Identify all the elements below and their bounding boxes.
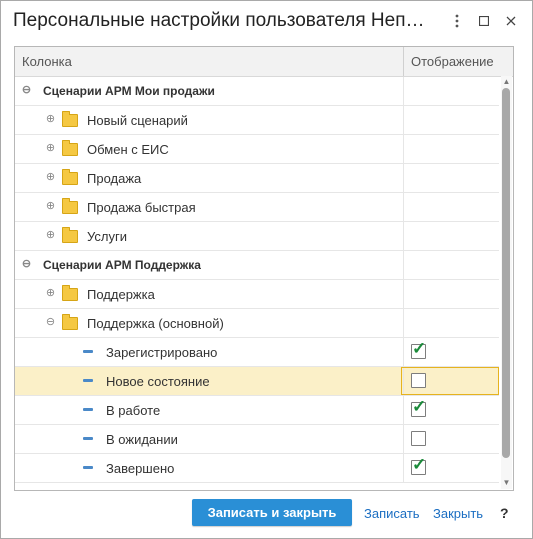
expand-icon[interactable]: ⊕ <box>45 230 56 241</box>
status-row[interactable]: В работе ✓ <box>15 396 499 425</box>
status-row[interactable]: Зарегистрировано ✓ <box>15 338 499 367</box>
column-divider <box>403 164 404 192</box>
folder-row[interactable]: ⊕ Поддержка <box>15 280 499 309</box>
row-label: Сценарии АРМ Поддержка <box>43 258 201 272</box>
row-label: Поддержка (основной) <box>87 316 224 331</box>
row-label: Зарегистрировано <box>106 345 218 360</box>
column-divider <box>403 425 404 453</box>
column-divider <box>403 251 404 279</box>
folder-row[interactable]: ⊕ Новый сценарий <box>15 106 499 135</box>
help-icon[interactable]: ? <box>500 505 509 521</box>
save-link[interactable]: Записать <box>364 506 420 521</box>
folder-icon <box>62 111 78 127</box>
table-header: Колонка Отображение <box>15 47 513 77</box>
row-label: Продажа быстрая <box>87 200 196 215</box>
settings-dialog: Персональные настройки пользователя Неп…… <box>0 0 533 539</box>
folder-icon <box>62 285 78 301</box>
row-label: Продажа <box>87 171 142 186</box>
folder-row[interactable]: ⊕ Продажа быстрая <box>15 193 499 222</box>
expand-icon[interactable]: ⊕ <box>45 114 56 125</box>
column-divider <box>403 309 404 337</box>
folder-row[interactable]: ⊕ Продажа <box>15 164 499 193</box>
row-label: Услуги <box>87 229 127 244</box>
expand-icon[interactable]: ⊕ <box>45 201 56 212</box>
folder-row[interactable]: ⊕ Услуги <box>15 222 499 251</box>
display-checkbox[interactable]: ✓ <box>411 339 426 359</box>
status-item-icon <box>83 437 93 440</box>
close-link[interactable]: Закрыть <box>433 506 483 521</box>
column-divider <box>403 193 404 221</box>
folder-icon <box>62 198 78 214</box>
column-divider <box>403 280 404 308</box>
status-row[interactable]: Новое состояние <box>15 367 499 396</box>
expand-icon[interactable]: ⊕ <box>45 172 56 183</box>
column-divider <box>403 106 404 134</box>
status-item-icon <box>83 466 93 469</box>
more-vert-icon[interactable] <box>447 9 467 33</box>
maximize-icon[interactable] <box>474 9 494 33</box>
checkmark-icon: ✓ <box>412 397 427 416</box>
expand-icon[interactable]: ⊕ <box>45 143 56 154</box>
folder-row[interactable]: ⊖ Поддержка (основной) <box>15 309 499 338</box>
row-label: Обмен с ЕИС <box>87 142 169 157</box>
column-divider <box>403 338 404 366</box>
table-body: ⊖ Сценарии АРМ Мои продажи ⊕ Новый сценарий… <box>15 77 499 483</box>
folder-icon <box>62 140 78 156</box>
column-header-display[interactable]: Отображение <box>411 54 494 69</box>
column-divider <box>403 396 404 424</box>
title-bar: Персональные настройки пользователя Неп… <box>1 1 532 41</box>
row-label: Завершено <box>106 461 175 476</box>
column-divider <box>403 77 404 105</box>
scroll-down-icon[interactable]: ▼ <box>501 477 512 489</box>
group-row[interactable]: ⊖ Сценарии АРМ Мои продажи <box>15 77 499 106</box>
collapse-icon[interactable]: ⊖ <box>45 317 56 328</box>
column-header-column[interactable]: Колонка <box>22 54 72 69</box>
settings-table: Колонка Отображение ⊖ Сценарии АРМ Мои пр… <box>14 46 514 491</box>
expand-icon[interactable]: ⊕ <box>45 288 56 299</box>
row-label: В работе <box>106 403 161 418</box>
column-divider <box>403 135 404 163</box>
column-divider <box>403 222 404 250</box>
status-item-icon <box>83 350 93 353</box>
display-checkbox[interactable]: ✓ <box>411 397 426 417</box>
save-and-close-button[interactable]: Записать и закрыть <box>192 499 352 526</box>
display-checkbox[interactable]: ✓ <box>411 455 426 475</box>
column-divider <box>403 454 404 482</box>
folder-icon <box>62 227 78 243</box>
row-label: Новый сценарий <box>87 113 188 128</box>
checkmark-icon: ✓ <box>412 339 427 358</box>
display-checkbox[interactable] <box>411 431 426 446</box>
collapse-icon[interactable]: ⊖ <box>21 85 32 96</box>
header-divider <box>403 47 404 76</box>
vertical-scrollbar[interactable]: ▲ ▼ <box>501 76 512 489</box>
scroll-thumb[interactable] <box>502 88 510 458</box>
status-row[interactable]: В ожидании <box>15 425 499 454</box>
folder-icon <box>62 169 78 185</box>
display-checkbox[interactable] <box>411 373 426 388</box>
row-label: Поддержка <box>87 287 155 302</box>
checkmark-icon: ✓ <box>412 455 427 474</box>
folder-row[interactable]: ⊕ Обмен с ЕИС <box>15 135 499 164</box>
row-label: Сценарии АРМ Мои продажи <box>43 84 215 98</box>
status-item-icon <box>83 408 93 411</box>
row-label: В ожидании <box>106 432 178 447</box>
dialog-title: Персональные настройки пользователя Неп… <box>13 10 425 31</box>
folder-icon <box>62 314 78 330</box>
status-row[interactable]: Завершено ✓ <box>15 454 499 483</box>
row-label: Новое состояние <box>106 374 210 389</box>
close-icon[interactable] <box>501 9 521 33</box>
status-item-icon <box>83 379 93 382</box>
collapse-icon[interactable]: ⊖ <box>21 259 32 270</box>
group-row[interactable]: ⊖ Сценарии АРМ Поддержка <box>15 251 499 280</box>
scroll-up-icon[interactable]: ▲ <box>501 76 512 88</box>
